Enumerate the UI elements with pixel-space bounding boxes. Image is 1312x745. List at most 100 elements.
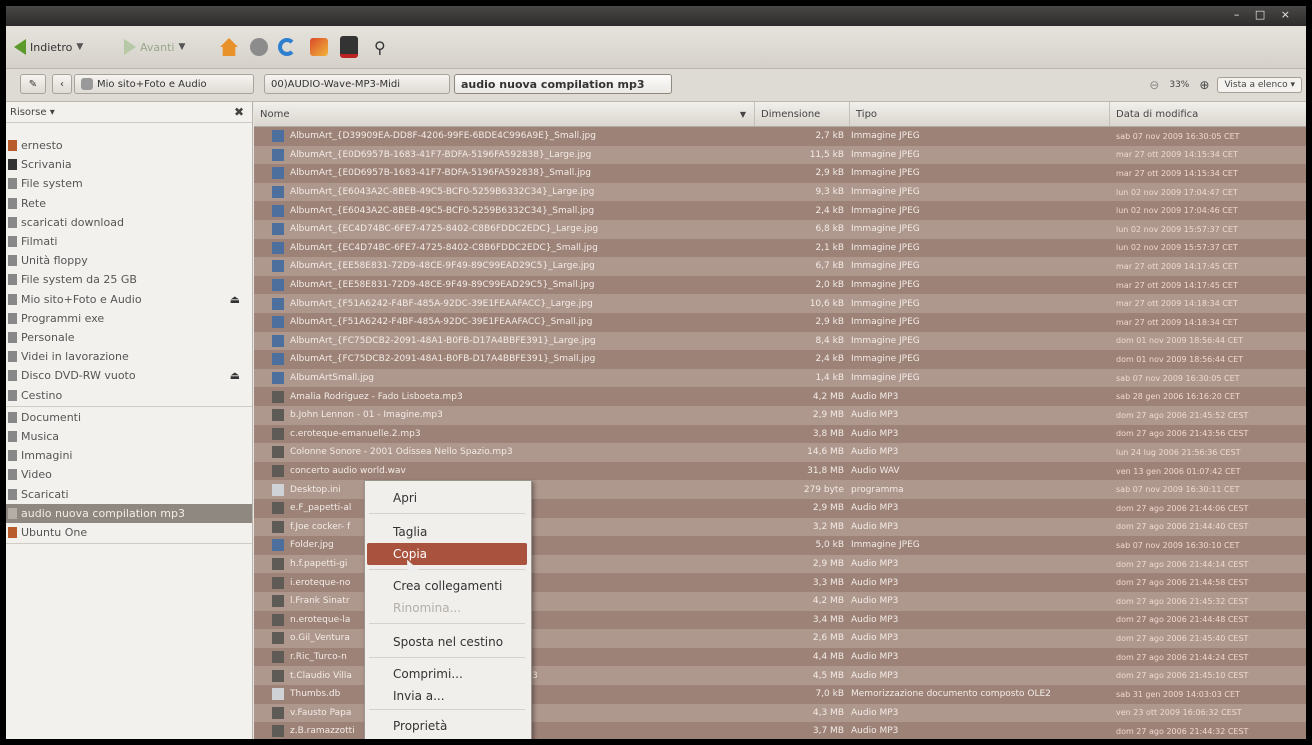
file-name: AlbumArtSmall.jpg bbox=[290, 373, 375, 384]
sidebar-item[interactable]: Video bbox=[6, 465, 252, 484]
sidebar-item[interactable]: Ubuntu One bbox=[6, 523, 252, 542]
table-row[interactable]: c.eroteque-emanuelle.2.mp3 3,8 MB Audio MP… bbox=[254, 424, 1306, 444]
breadcrumb-current-folder[interactable]: audio nuova compilation mp3 bbox=[454, 74, 672, 94]
eject-icon[interactable]: ⏏ bbox=[230, 293, 240, 306]
menu-item-make-link[interactable]: Crea collegamenti bbox=[367, 575, 527, 597]
edit-location-button[interactable]: ✎ bbox=[20, 74, 46, 94]
chevron-down-icon[interactable]: ▼ bbox=[178, 42, 185, 52]
sidebar-item[interactable]: Immagini bbox=[6, 446, 252, 465]
reload-button[interactable] bbox=[278, 35, 300, 59]
sidebar-item-label: Scrivania bbox=[21, 158, 72, 172]
sidebar-item[interactable]: scaricati download bbox=[6, 213, 252, 232]
back-button[interactable]: Indietro ▼ bbox=[14, 35, 83, 59]
file-name-cell: c.eroteque-emanuelle.2.mp3 bbox=[272, 427, 742, 440]
stop-button[interactable] bbox=[250, 35, 272, 59]
column-date[interactable]: Data di modifica bbox=[1109, 102, 1306, 126]
forward-button[interactable]: Avanti ▼ bbox=[124, 35, 185, 59]
sidebar-item[interactable]: Personale bbox=[6, 328, 252, 347]
window-controls[interactable]: – □ × bbox=[1234, 8, 1296, 21]
search-button[interactable]: ⚲ bbox=[374, 35, 386, 59]
table-row[interactable]: AlbumArt_{FC75DCB2-2091-48A1-B0FB-D17A4B… bbox=[254, 350, 1306, 369]
table-row[interactable]: AlbumArt_{E6043A2C-8BEB-49C5-BCF0-5259B6… bbox=[254, 201, 1306, 220]
column-size[interactable]: Dimensione bbox=[754, 102, 849, 126]
computer-button[interactable] bbox=[340, 35, 362, 59]
sidebar-item[interactable]: Filmati bbox=[6, 232, 252, 251]
breadcrumb-audio-wave[interactable]: 00)AUDIO-Wave-MP3-Midi bbox=[264, 74, 450, 94]
menu-item-cut[interactable]: Taglia bbox=[367, 521, 527, 543]
file-date: dom 27 ago 2006 21:44:24 CEST bbox=[1116, 652, 1249, 662]
table-row[interactable]: AlbumArt_{F51A6242-F4BF-485A-92DC-39E1FE… bbox=[254, 294, 1306, 313]
table-row[interactable]: AlbumArt_{E0D6957B-1683-41F7-BDFA-5196FA… bbox=[254, 145, 1306, 165]
sidebar-item-label: Video bbox=[21, 468, 52, 482]
sidebar-title: Risorse bbox=[10, 106, 47, 118]
crumb-left-arrow[interactable]: ‹ bbox=[52, 74, 72, 94]
sidebar-item[interactable]: Musica bbox=[6, 427, 252, 446]
sidebar-item[interactable]: Scaricati bbox=[6, 485, 252, 504]
menu-item-rename[interactable]: Rinomina... bbox=[367, 597, 527, 619]
menu-item-copy[interactable]: Copia bbox=[367, 543, 527, 565]
file-name: AlbumArt_{E0D6957B-1683-41F7-BDFA-5196FA… bbox=[290, 149, 592, 160]
table-row[interactable]: AlbumArt_{F51A6242-F4BF-485A-92DC-39E1FE… bbox=[254, 313, 1306, 332]
sidebar-item[interactable]: Programmi exe bbox=[6, 309, 252, 328]
file-size: 4,4 MB bbox=[812, 652, 844, 663]
sidebar-item[interactable]: Disco DVD-RW vuoto ⏏ bbox=[6, 366, 252, 385]
view-mode-select[interactable]: Vista a elenco ▾ bbox=[1217, 77, 1302, 93]
menu-item-send-to[interactable]: Invia a... bbox=[367, 685, 527, 707]
table-row[interactable]: concerto audio world.wav 31,8 MB Audio WAV… bbox=[254, 461, 1306, 481]
breadcrumb-mio-sito[interactable]: Mio sito+Foto e Audio bbox=[74, 74, 254, 94]
table-row[interactable]: AlbumArt_{D39909EA-DD8F-4206-99FE-6BDE4C… bbox=[254, 127, 1306, 146]
file-date: sab 07 nov 2009 16:30:05 CET bbox=[1116, 373, 1240, 383]
table-row[interactable]: AlbumArtSmall.jpg 1,4 kB Immagine JPEG sab … bbox=[254, 368, 1306, 388]
file-date: dom 27 ago 2006 21:45:10 CEST bbox=[1116, 671, 1249, 681]
zoom-out-icon[interactable]: ⊖ bbox=[1149, 78, 1159, 92]
column-name[interactable]: Nome ▼ bbox=[254, 102, 754, 126]
file-type: Immagine JPEG bbox=[851, 242, 920, 253]
eject-icon[interactable]: ⏏ bbox=[230, 369, 240, 382]
menu-item-trash[interactable]: Sposta nel cestino bbox=[367, 631, 527, 653]
menu-item-compress[interactable]: Comprimi... bbox=[367, 663, 527, 685]
menu-item-properties[interactable]: Proprietà bbox=[367, 715, 527, 737]
home-button[interactable] bbox=[220, 35, 242, 59]
chevron-down-icon[interactable]: ▼ bbox=[76, 42, 83, 52]
sidebar-item[interactable]: Rete bbox=[6, 194, 252, 213]
zoom-in-icon[interactable]: ⊕ bbox=[1199, 78, 1209, 92]
sidebar-item[interactable]: File system bbox=[6, 174, 252, 193]
close-icon[interactable]: ✖ bbox=[234, 105, 244, 119]
image-file-icon bbox=[272, 279, 284, 292]
table-row[interactable]: AlbumArt_{EC4D74BC-6FE7-4725-8402-C8B6FD… bbox=[254, 238, 1306, 258]
sidebar-item[interactable]: Unità floppy bbox=[6, 251, 252, 270]
menu-item-open[interactable]: Apri bbox=[367, 487, 527, 509]
image-file-icon bbox=[272, 372, 284, 385]
sidebar-item[interactable]: audio nuova compilation mp3 bbox=[6, 503, 252, 523]
sidebar-item-label: audio nuova compilation mp3 bbox=[21, 506, 185, 520]
file-name: b.John Lennon - 01 - Imagine.mp3 bbox=[290, 410, 443, 421]
menu-label: Crea collegamenti bbox=[393, 579, 503, 593]
table-row[interactable]: AlbumArt_{EC4D74BC-6FE7-4725-8402-C8B6FD… bbox=[254, 220, 1306, 239]
table-row[interactable]: AlbumArt_{FC75DCB2-2091-48A1-B0FB-D17A4B… bbox=[254, 331, 1306, 351]
picture-icon bbox=[310, 38, 328, 56]
table-row[interactable]: b.John Lennon - 01 - Imagine.mp3 2,9 MB Au… bbox=[254, 406, 1306, 425]
table-row[interactable]: AlbumArt_{E6043A2C-8BEB-49C5-BCF0-5259B6… bbox=[254, 182, 1306, 202]
file-name: z.B.ramazzotti bbox=[290, 726, 355, 737]
sidebar-item[interactable]: Scrivania bbox=[6, 155, 252, 174]
sidebar-item[interactable]: Cestino bbox=[6, 386, 252, 405]
table-row[interactable]: Colonne Sonore - 2001 Odissea Nello Spaz… bbox=[254, 443, 1306, 462]
sidebar-item[interactable]: ernesto bbox=[6, 136, 252, 155]
sidebar-item[interactable]: File system da 25 GB bbox=[6, 270, 252, 289]
sidebar-header[interactable]: Risorse ▾ ✖ bbox=[6, 102, 252, 123]
file-date: lun 02 nov 2009 15:57:37 CET bbox=[1116, 224, 1238, 234]
sidebar-item[interactable]: Documenti bbox=[6, 408, 252, 427]
table-row[interactable]: AlbumArt_{EE58E831-72D9-48CE-9F49-89C99E… bbox=[254, 275, 1306, 295]
file-date: sab 28 gen 2006 16:16:20 CET bbox=[1116, 392, 1240, 402]
file-type: Audio MP3 bbox=[851, 596, 899, 607]
sidebar-item-label: Ubuntu One bbox=[21, 526, 88, 539]
menu-label: Proprietà bbox=[393, 719, 448, 733]
table-row[interactable]: AlbumArt_{E0D6957B-1683-41F7-BDFA-5196FA… bbox=[254, 164, 1306, 183]
sidebar-item[interactable]: Mio sito+Foto e Audio ⏏ bbox=[6, 290, 252, 309]
column-type[interactable]: Tipo bbox=[849, 102, 1109, 126]
sidebar-item[interactable]: Videi in lavorazione bbox=[6, 347, 252, 366]
table-row[interactable]: Amalia Rodriguez - Fado Lisboeta.mp3 4,2 … bbox=[254, 387, 1306, 406]
menu-label: Comprimi... bbox=[393, 667, 463, 681]
open-folder-button[interactable] bbox=[310, 35, 332, 59]
table-row[interactable]: AlbumArt_{EE58E831-72D9-48CE-9F49-89C99E… bbox=[254, 257, 1306, 276]
